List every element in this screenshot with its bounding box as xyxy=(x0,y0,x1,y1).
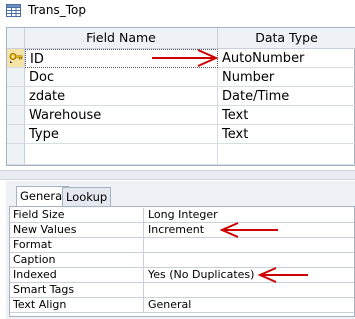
field-name-cell-empty[interactable] xyxy=(25,144,218,165)
property-value[interactable] xyxy=(144,238,354,253)
title-bar: Trans_Top xyxy=(0,0,355,22)
annotation-arrow-icon xyxy=(219,222,278,238)
field-name-cell[interactable]: Type xyxy=(25,125,218,144)
data-type-cell[interactable]: Text xyxy=(218,125,355,144)
annotation-arrow-icon xyxy=(152,49,219,67)
property-label: Text Align xyxy=(10,298,144,313)
window-title: Trans_Top xyxy=(28,3,86,17)
property-label: Field Size xyxy=(10,208,144,223)
property-value[interactable]: General xyxy=(144,298,354,313)
property-value[interactable] xyxy=(144,253,354,268)
column-header-field-name[interactable]: Field Name xyxy=(25,28,218,49)
property-label: New Values xyxy=(10,223,144,238)
row-selector[interactable] xyxy=(7,125,25,144)
data-type-cell[interactable]: Text xyxy=(218,106,355,125)
row-selector[interactable] xyxy=(7,106,25,125)
table-icon xyxy=(6,4,21,17)
annotation-arrow-icon xyxy=(257,267,308,283)
data-type-cell[interactable]: AutoNumber xyxy=(218,49,355,68)
field-name-cell[interactable]: Warehouse xyxy=(25,106,218,125)
row-selector-header xyxy=(7,28,25,49)
data-type-cell[interactable]: Date/Time xyxy=(218,87,355,106)
column-header-data-type[interactable]: Data Type xyxy=(218,28,355,49)
property-value[interactable]: Yes (No Duplicates) xyxy=(144,268,354,283)
field-name-cell[interactable]: Doc xyxy=(25,68,218,87)
row-selector[interactable] xyxy=(7,68,25,87)
field-name-cell[interactable]: zdate xyxy=(25,87,218,106)
primary-key-icon xyxy=(9,53,23,63)
tab-lookup[interactable]: Lookup xyxy=(62,187,112,207)
property-label: Indexed xyxy=(10,268,144,283)
row-selector[interactable] xyxy=(7,144,25,165)
pane-splitter[interactable] xyxy=(0,170,355,180)
row-selector[interactable] xyxy=(7,87,25,106)
property-label: Format xyxy=(10,238,144,253)
property-label: Caption xyxy=(10,253,144,268)
field-properties-table: Field Size Long Integer New Values Incre… xyxy=(9,206,355,317)
property-label: Smart Tags xyxy=(10,283,144,298)
data-type-cell-empty[interactable] xyxy=(218,144,355,165)
row-selector[interactable] xyxy=(7,49,25,68)
property-value[interactable] xyxy=(144,283,354,298)
data-type-cell[interactable]: Number xyxy=(218,68,355,87)
